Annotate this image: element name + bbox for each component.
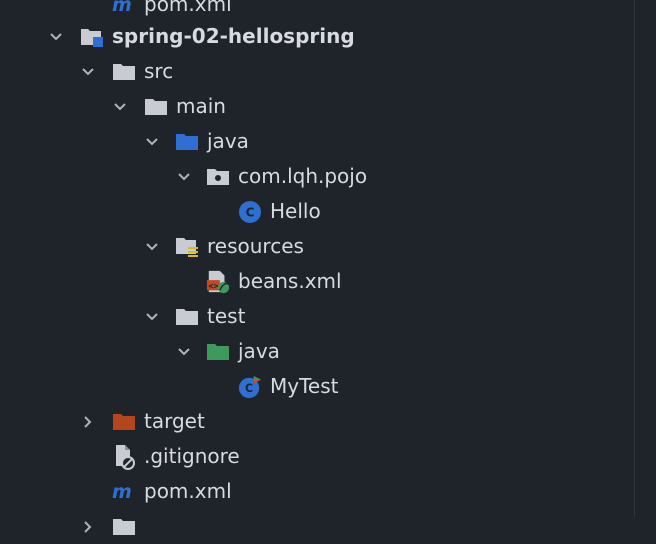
tree-item-label: beans.xml bbox=[238, 269, 342, 293]
chevron-down-icon[interactable] bbox=[142, 299, 162, 334]
tree-item-test[interactable]: test bbox=[0, 299, 634, 334]
folder-icon bbox=[175, 299, 199, 334]
source-folder-icon bbox=[175, 124, 199, 159]
tree-item-package[interactable]: com.lqh.pojo bbox=[0, 159, 634, 194]
resources-folder-icon bbox=[175, 229, 199, 264]
tree-item-java-main[interactable]: java bbox=[0, 124, 634, 159]
java-class-icon: C bbox=[238, 194, 262, 229]
tree-item-label: Hello bbox=[270, 199, 321, 223]
java-test-class-icon: C bbox=[238, 369, 262, 404]
svg-text:m: m bbox=[112, 0, 132, 15]
chevron-down-icon[interactable] bbox=[78, 54, 98, 89]
spring-xml-icon: <> bbox=[206, 264, 230, 299]
tree-item-resources[interactable]: resources bbox=[0, 229, 634, 264]
tree-item-label: resources bbox=[207, 234, 304, 258]
svg-text:C: C bbox=[246, 205, 255, 219]
chevron-down-icon[interactable] bbox=[174, 159, 194, 194]
svg-text:C: C bbox=[245, 382, 253, 395]
chevron-down-icon[interactable] bbox=[110, 89, 130, 124]
tree-item-pom[interactable]: m pom.xml bbox=[0, 474, 634, 509]
tree-item-label: spring-02-hellospring bbox=[112, 24, 355, 48]
tree-item-target[interactable]: target bbox=[0, 404, 634, 439]
tree-item-src[interactable]: src bbox=[0, 54, 634, 89]
chevron-down-icon[interactable] bbox=[174, 334, 194, 369]
tree-item-label: main bbox=[176, 94, 226, 118]
excluded-folder-icon bbox=[112, 404, 136, 439]
tree-item-label: java bbox=[207, 129, 249, 153]
svg-text:<>: <> bbox=[208, 280, 218, 290]
test-source-folder-icon bbox=[206, 334, 230, 369]
chevron-down-icon[interactable] bbox=[142, 229, 162, 264]
tree-item-label: java bbox=[238, 339, 280, 363]
tree-item-module[interactable]: spring-02-hellospring bbox=[0, 19, 634, 54]
svg-text:m: m bbox=[112, 482, 132, 502]
tree-item-beans-xml[interactable]: <> beans.xml bbox=[0, 264, 634, 299]
tree-item-clipped bbox=[0, 509, 634, 544]
ignored-file-icon bbox=[112, 439, 136, 474]
tree-item-label: MyTest bbox=[270, 374, 339, 398]
tree-item-hello[interactable]: C Hello bbox=[0, 194, 634, 229]
tree-item-java-test[interactable]: java bbox=[0, 334, 634, 369]
tree-item-label: com.lqh.pojo bbox=[238, 164, 368, 188]
folder-icon bbox=[144, 89, 168, 124]
module-folder-icon bbox=[80, 19, 104, 54]
tree-item-label: pom.xml bbox=[144, 479, 232, 503]
tree-item-mytest[interactable]: C MyTest bbox=[0, 369, 634, 404]
chevron-down-icon[interactable] bbox=[46, 19, 66, 54]
tree-item-label: .gitignore bbox=[144, 444, 240, 468]
maven-icon: m bbox=[112, 474, 136, 509]
folder-icon bbox=[112, 54, 136, 89]
tree-item-main[interactable]: main bbox=[0, 89, 634, 124]
package-icon bbox=[206, 159, 230, 194]
project-tree: m pom.xml spring-02-hellospring src main bbox=[0, 0, 634, 535]
chevron-down-icon[interactable] bbox=[142, 124, 162, 159]
tree-item-label: src bbox=[144, 59, 174, 83]
tree-item-label: target bbox=[144, 409, 205, 433]
vertical-scrollbar[interactable] bbox=[634, 0, 656, 516]
folder-icon bbox=[112, 509, 136, 544]
tree-item-label: test bbox=[207, 304, 246, 328]
chevron-right-icon[interactable] bbox=[78, 404, 98, 439]
chevron-right-icon bbox=[78, 509, 98, 544]
tree-item-gitignore[interactable]: .gitignore bbox=[0, 439, 634, 474]
